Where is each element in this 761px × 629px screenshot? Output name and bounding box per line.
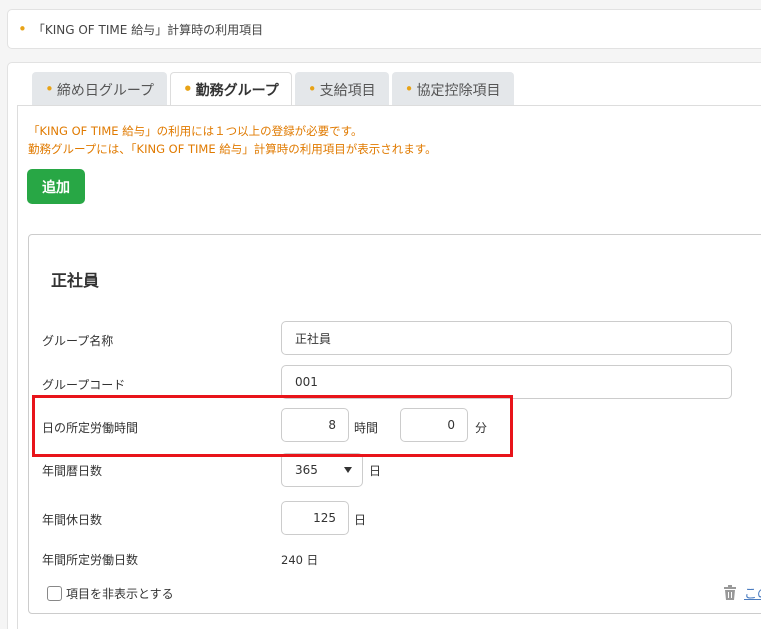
daily-hours-value: 8 <box>328 418 336 432</box>
hours-unit: 時間 <box>354 421 379 435</box>
group-code-label: グループコード <box>42 378 126 392</box>
bullet-icon: • <box>183 80 193 98</box>
daily-minutes-input[interactable]: 0 <box>400 408 468 442</box>
tab-label: 協定控除項目 <box>416 82 501 99</box>
tab-closing-date-group[interactable]: • 締め日グループ <box>32 72 168 106</box>
notice-text: 「KING OF TIME 給与」の利用には１つ以上の登録が必要です。 勤務グル… <box>28 122 437 158</box>
group-name-label: グループ名称 <box>42 334 114 348</box>
page-header-title: 「KING OF TIME 給与」計算時の利用項目 <box>32 22 264 37</box>
group-name-value: 正社員 <box>295 331 332 346</box>
work-group-card: 正社員 グループ名称 正社員 グループコード 001 日の所定労働時間 8 時間… <box>28 234 761 614</box>
annual-calendar-days-select[interactable]: 365 <box>281 453 363 487</box>
tab-payment-items[interactable]: • 支給項目 <box>294 72 389 106</box>
group-code-value: 001 <box>295 375 318 389</box>
bullet-icon: • <box>45 80 54 98</box>
group-name-input[interactable]: 正社員 <box>281 321 732 355</box>
calendar-days-unit: 日 <box>369 464 382 478</box>
tab-work-group[interactable]: • 勤務グループ <box>170 72 292 107</box>
daily-minutes-value: 0 <box>447 418 455 432</box>
hide-items-label: 項目を非表示とする <box>66 587 174 601</box>
add-button[interactable]: 追加 <box>27 169 85 204</box>
group-code-input[interactable]: 001 <box>281 365 732 399</box>
annual-calendar-days-label: 年間暦日数 <box>42 464 103 478</box>
delete-link[interactable]: この <box>744 583 761 602</box>
annual-work-days-value: 240 日 <box>281 553 319 567</box>
holidays-unit: 日 <box>354 513 367 527</box>
bullet-icon: • <box>404 80 414 98</box>
caret-down-icon <box>344 467 352 473</box>
tab-content: 「KING OF TIME 給与」の利用には１つ以上の登録が必要です。 勤務グル… <box>17 105 761 629</box>
annual-work-days-label: 年間所定労働日数 <box>42 553 139 567</box>
annual-holidays-value: 125 <box>313 511 336 525</box>
card-title: 正社員 <box>51 271 100 290</box>
bullet-icon: • <box>307 80 317 98</box>
annual-holidays-input[interactable]: 125 <box>281 501 349 535</box>
tab-agreement-deduction-items[interactable]: • 協定控除項目 <box>391 72 514 106</box>
minutes-unit: 分 <box>475 421 488 435</box>
daily-hours-input[interactable]: 8 <box>281 408 349 442</box>
notice-line-2: 勤務グループには、「KING OF TIME 給与」計算時の利用項目が表示されま… <box>28 142 437 156</box>
trash-icon[interactable] <box>723 585 737 601</box>
checkbox-box[interactable] <box>47 586 62 601</box>
tab-label: 支給項目 <box>319 82 376 99</box>
tab-label: 勤務グループ <box>195 82 279 99</box>
tab-label: 締め日グループ <box>56 82 155 99</box>
daily-hours-label: 日の所定労働時間 <box>42 421 139 435</box>
bullet-icon: • <box>18 19 27 38</box>
annual-holidays-label: 年間休日数 <box>42 513 103 527</box>
notice-line-1: 「KING OF TIME 給与」の利用には１つ以上の登録が必要です。 <box>28 124 363 138</box>
main-panel: • 締め日グループ • 勤務グループ • 支給項目 • 協定控除項目 「KING… <box>7 62 761 629</box>
tab-bar: • 締め日グループ • 勤務グループ • 支給項目 • 協定控除項目 <box>32 72 514 107</box>
hide-items-checkbox[interactable]: 項目を非表示とする <box>47 585 174 602</box>
page-header: • 「KING OF TIME 給与」計算時の利用項目 <box>7 9 761 49</box>
annual-calendar-days-value: 365 <box>295 463 318 477</box>
